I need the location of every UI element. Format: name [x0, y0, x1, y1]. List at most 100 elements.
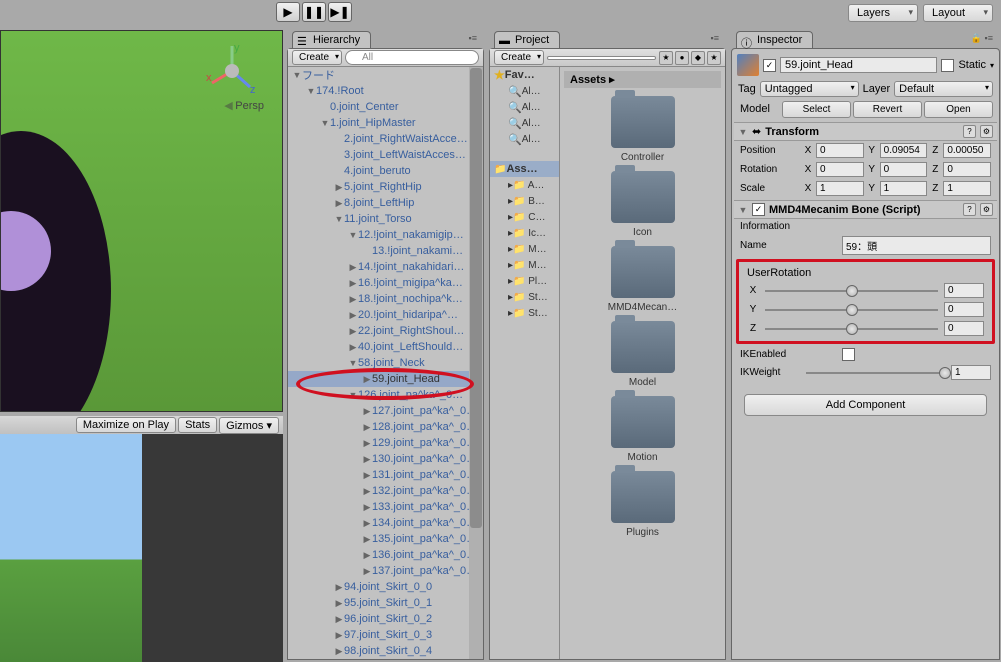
folder-tree-item[interactable]: ▸📁 Ic… [490, 225, 559, 241]
hierarchy-create-dropdown[interactable]: Create [292, 50, 342, 65]
project-search-input[interactable] [547, 56, 656, 60]
hierarchy-item[interactable]: ▶127.joint_pa^ka^_0… [288, 403, 483, 419]
asset-folder[interactable]: Plugins [572, 471, 713, 538]
hierarchy-item[interactable]: ▶16.!joint_migipa^ka… [288, 275, 483, 291]
hierarchy-item[interactable]: ▼12.!joint_nakamigip… [288, 227, 483, 243]
game-view[interactable] [0, 434, 142, 662]
hierarchy-item[interactable]: ▶18.!joint_nochipa^k… [288, 291, 483, 307]
tag-dropdown[interactable]: Untagged [760, 81, 859, 97]
hierarchy-tree[interactable]: ▼フード▼174.!Root0.joint_Center▼1.joint_Hip… [288, 67, 483, 659]
position-y-field[interactable]: 0.09054 [880, 143, 928, 158]
hierarchy-search-input[interactable]: All [345, 50, 479, 65]
step-button[interactable]: ▶❚ [328, 2, 352, 22]
hierarchy-item[interactable]: ▼126.joint_pa^ka^_0… [288, 387, 483, 403]
search-save-icon[interactable]: ★ [707, 51, 721, 65]
ik-enabled-checkbox[interactable] [842, 348, 855, 361]
folder-tree-item[interactable]: ▸📁 A… [490, 177, 559, 193]
disclosure-icon[interactable]: ▼ [738, 127, 748, 137]
project-options-icon[interactable]: ▪≡ [711, 33, 719, 43]
hierarchy-item[interactable]: ▶132.joint_pa^ka^_0… [288, 483, 483, 499]
play-button[interactable]: ▶ [276, 2, 300, 22]
gear-icon[interactable]: ⚙ [980, 125, 993, 138]
hierarchy-item[interactable]: ▶137.joint_pa^ka^_0… [288, 563, 483, 579]
pause-button[interactable]: ❚❚ [302, 2, 326, 22]
hierarchy-item[interactable]: ▶8.joint_LeftHip [288, 195, 483, 211]
help-icon[interactable]: ? [963, 125, 976, 138]
project-create-dropdown[interactable]: Create [494, 50, 544, 65]
gameobject-icon[interactable] [737, 54, 759, 76]
user-rotation-z-field[interactable]: 0 [944, 321, 984, 336]
hierarchy-item[interactable]: ▶97.joint_Skirt_0_3 [288, 627, 483, 643]
hierarchy-item[interactable]: ▶95.joint_Skirt_0_1 [288, 595, 483, 611]
rotation-y-field[interactable]: 0 [880, 162, 928, 177]
hierarchy-item[interactable]: ▼1.joint_HipMaster [288, 115, 483, 131]
hierarchy-item[interactable]: ▶20.!joint_hidaripa^… [288, 307, 483, 323]
user-rotation-x-slider[interactable] [765, 284, 938, 298]
hierarchy-item[interactable]: ▶5.joint_RightHip [288, 179, 483, 195]
layer-dropdown[interactable]: Default [894, 81, 993, 97]
asset-folder[interactable]: MMD4Mecan… [572, 246, 713, 313]
hierarchy-item[interactable]: ▼フード [288, 67, 483, 83]
open-button[interactable]: Open [924, 101, 993, 118]
search-label-icon[interactable]: ◆ [691, 51, 705, 65]
favorite-item[interactable]: 🔍 Al… [490, 83, 559, 99]
asset-folder[interactable]: Icon [572, 171, 713, 238]
asset-folder[interactable]: Controller [572, 96, 713, 163]
layout-dropdown[interactable]: Layout [923, 4, 993, 22]
hierarchy-item[interactable]: ▶96.joint_Skirt_0_2 [288, 611, 483, 627]
scale-z-field[interactable]: 1 [943, 181, 991, 196]
project-asset-grid[interactable]: Assets ▸ ControllerIconMMD4Mecan…ModelMo… [560, 67, 725, 659]
position-z-field[interactable]: 0.00050 [943, 143, 991, 158]
help-icon[interactable]: ? [963, 203, 976, 216]
search-filter-icon[interactable]: ★ [659, 51, 673, 65]
rotation-z-field[interactable]: 0 [943, 162, 991, 177]
hierarchy-item[interactable]: ▶59.joint_Head [288, 371, 483, 387]
hierarchy-item[interactable]: ▶98.joint_Skirt_0_4 [288, 643, 483, 659]
hierarchy-item[interactable]: ▶135.joint_pa^ka^_0… [288, 531, 483, 547]
hierarchy-options-icon[interactable]: ▪≡ [469, 33, 477, 43]
hierarchy-item[interactable]: ▶40.joint_LeftShould… [288, 339, 483, 355]
hierarchy-item[interactable]: 0.joint_Center [288, 99, 483, 115]
maximize-on-play-toggle[interactable]: Maximize on Play [76, 417, 176, 433]
hierarchy-scrollbar[interactable] [469, 67, 483, 659]
hierarchy-item[interactable]: ▶133.joint_pa^ka^_0… [288, 499, 483, 515]
revert-button[interactable]: Revert [853, 101, 922, 118]
favorite-item[interactable]: 🔍 Al… [490, 99, 559, 115]
disclosure-icon[interactable]: ▼ [738, 205, 748, 215]
hierarchy-tab[interactable]: ☰ Hierarchy [292, 31, 371, 48]
hierarchy-item[interactable]: 4.joint_beruto [288, 163, 483, 179]
project-folder-tree[interactable]: ★ Fav… 🔍 Al…🔍 Al…🔍 Al…🔍 Al… 📁 Ass… ▸📁 A…… [490, 67, 560, 659]
hierarchy-item[interactable]: ▶94.joint_Skirt_0_0 [288, 579, 483, 595]
hierarchy-item[interactable]: ▶134.joint_pa^ka^_0… [288, 515, 483, 531]
breadcrumb[interactable]: Assets ▸ [564, 71, 721, 88]
hierarchy-item[interactable]: 13.!joint_nakami… [288, 243, 483, 259]
inspector-tab[interactable]: ⓘ Inspector [736, 31, 813, 48]
hierarchy-item[interactable]: ▶130.joint_pa^ka^_0… [288, 451, 483, 467]
scene-view[interactable]: y x z ◀ Persp [1, 31, 282, 411]
asset-folder[interactable]: Model [572, 321, 713, 388]
folder-tree-item[interactable]: ▸📁 Pl… [490, 273, 559, 289]
static-checkbox[interactable] [941, 59, 954, 72]
favorite-item[interactable]: 🔍 Al… [490, 131, 559, 147]
hierarchy-item[interactable]: ▼174.!Root [288, 83, 483, 99]
favorite-item[interactable]: 🔍 Al… [490, 115, 559, 131]
object-name-field[interactable]: 59.joint_Head [780, 57, 937, 73]
component-enabled-checkbox[interactable]: ✓ [752, 203, 765, 216]
user-rotation-x-field[interactable]: 0 [944, 283, 984, 298]
user-rotation-z-slider[interactable] [765, 322, 938, 336]
ik-weight-field[interactable]: 1 [951, 365, 991, 380]
scale-y-field[interactable]: 1 [880, 181, 928, 196]
hierarchy-item[interactable]: ▶14.!joint_nakahidari… [288, 259, 483, 275]
folder-tree-item[interactable]: ▸📁 St… [490, 305, 559, 321]
hierarchy-item[interactable]: ▶129.joint_pa^ka^_0… [288, 435, 483, 451]
hierarchy-item[interactable]: 2.joint_RightWaistAcce… [288, 131, 483, 147]
project-tab[interactable]: ▬ Project [494, 31, 560, 48]
hierarchy-item[interactable]: 3.joint_LeftWaistAcces… [288, 147, 483, 163]
stats-toggle[interactable]: Stats [178, 417, 217, 433]
folder-tree-item[interactable]: ▸📁 B… [490, 193, 559, 209]
folder-tree-item[interactable]: ▸📁 M… [490, 257, 559, 273]
position-x-field[interactable]: 0 [816, 143, 864, 158]
user-rotation-y-slider[interactable] [765, 303, 938, 317]
folder-tree-item[interactable]: ▸📁 C… [490, 209, 559, 225]
hierarchy-item[interactable]: ▶131.joint_pa^ka^_0… [288, 467, 483, 483]
